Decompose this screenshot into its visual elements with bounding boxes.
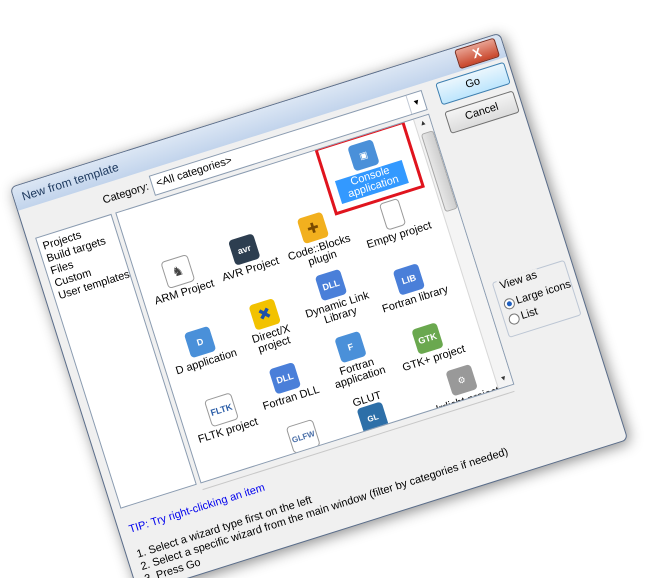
radio-selected-icon [502,296,517,311]
template-fortran-library[interactable]: LIB Fortran library [372,256,451,315]
template-arm-project[interactable]: ♞ ARM Project [140,248,219,309]
view-as-group: View as Large icons List [491,259,582,338]
blank-document-icon [378,197,407,231]
lib-badge: LIB [400,272,418,287]
template-label: GLUT project [346,422,413,454]
glfw-caption: GLFW [290,428,316,445]
template-glut-project[interactable]: GLUT GL GLUT project [331,381,414,454]
template-gtk-project[interactable]: GTK GTK+ project [390,316,469,375]
template-fortran-dll[interactable]: DLL Fortran DLL [248,355,327,414]
template-dynamic-link-library[interactable]: DLL Dynamic Link Library [294,262,376,332]
dll-badge: DLL [321,277,341,293]
fltk-caption: FLTK [209,401,234,418]
screenshot-stage: New from template X Category: <All categ… [0,0,650,578]
template-fltk-project[interactable]: FLTK FLTK project [184,386,263,447]
template-codeblocks-plugin[interactable]: ✚ Code::Blocks plugin [276,205,358,275]
scroll-thumb[interactable] [420,130,458,213]
template-fortran-application[interactable]: F Fortran application [313,324,395,394]
chevron-down-icon[interactable]: ▼ [405,91,427,115]
glfw-icon: GLFW [285,418,321,454]
template-d-application[interactable]: D D application [163,319,242,378]
radio-label: List [519,305,540,323]
radio-unselected-icon [507,311,521,326]
scroll-down-arrow-icon[interactable]: ▼ [495,371,514,389]
new-from-template-dialog: New from template X Category: <All categ… [9,32,629,578]
template-avr-project[interactable]: avr AVR Project [207,227,286,286]
template-directx-project[interactable]: ✖ Direct/X project [227,291,309,361]
